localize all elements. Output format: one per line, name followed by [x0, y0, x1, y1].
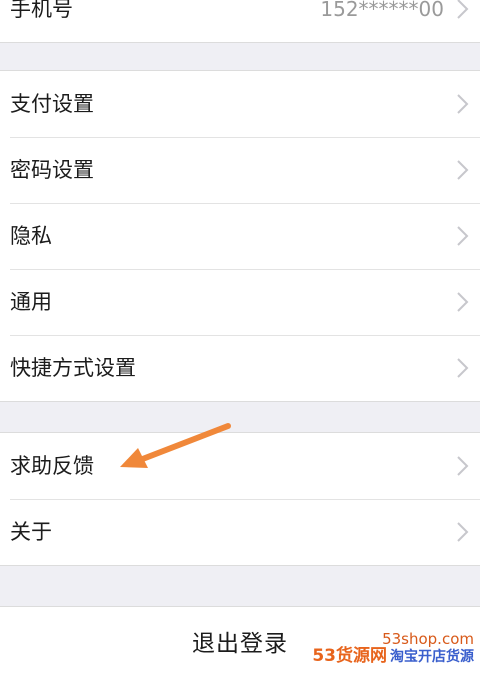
phone-label: 手机号 [10, 0, 73, 21]
chevron-right-icon [456, 159, 470, 181]
settings-row-phone[interactable]: 手机号 152******00 [0, 0, 480, 42]
chevron-right-icon [456, 357, 470, 379]
about-label: 关于 [10, 519, 52, 544]
settings-row-general[interactable]: 通用 [0, 269, 480, 335]
settings-row-feedback[interactable]: 求助反馈 [0, 433, 480, 499]
chevron-right-icon [456, 225, 470, 247]
payment-settings-label: 支付设置 [10, 91, 94, 116]
settings-row-password[interactable]: 密码设置 [0, 137, 480, 203]
settings-row-payment[interactable]: 支付设置 [0, 71, 480, 137]
privacy-label: 隐私 [10, 223, 52, 248]
settings-row-shortcuts[interactable]: 快捷方式设置 [0, 335, 480, 401]
chevron-right-icon [456, 521, 470, 543]
chevron-right-icon [456, 93, 470, 115]
settings-row-privacy[interactable]: 隐私 [0, 203, 480, 269]
account-group: 手机号 152******00 [0, 0, 480, 43]
password-settings-label: 密码设置 [10, 157, 94, 182]
help-feedback-label: 求助反馈 [10, 453, 94, 478]
chevron-right-icon [456, 291, 470, 313]
logout-label: 退出登录 [192, 630, 288, 657]
general-label: 通用 [10, 289, 52, 314]
chevron-right-icon [456, 455, 470, 477]
settings-row-about[interactable]: 关于 [0, 499, 480, 565]
settings-group-main: 支付设置 密码设置 隐私 通用 快捷方式设置 [0, 70, 480, 402]
logout-button[interactable]: 退出登录 [0, 606, 480, 674]
chevron-right-icon [456, 0, 470, 20]
shortcut-settings-label: 快捷方式设置 [10, 355, 136, 380]
settings-group-help: 求助反馈 关于 [0, 432, 480, 566]
phone-value: 152******00 [320, 0, 444, 21]
